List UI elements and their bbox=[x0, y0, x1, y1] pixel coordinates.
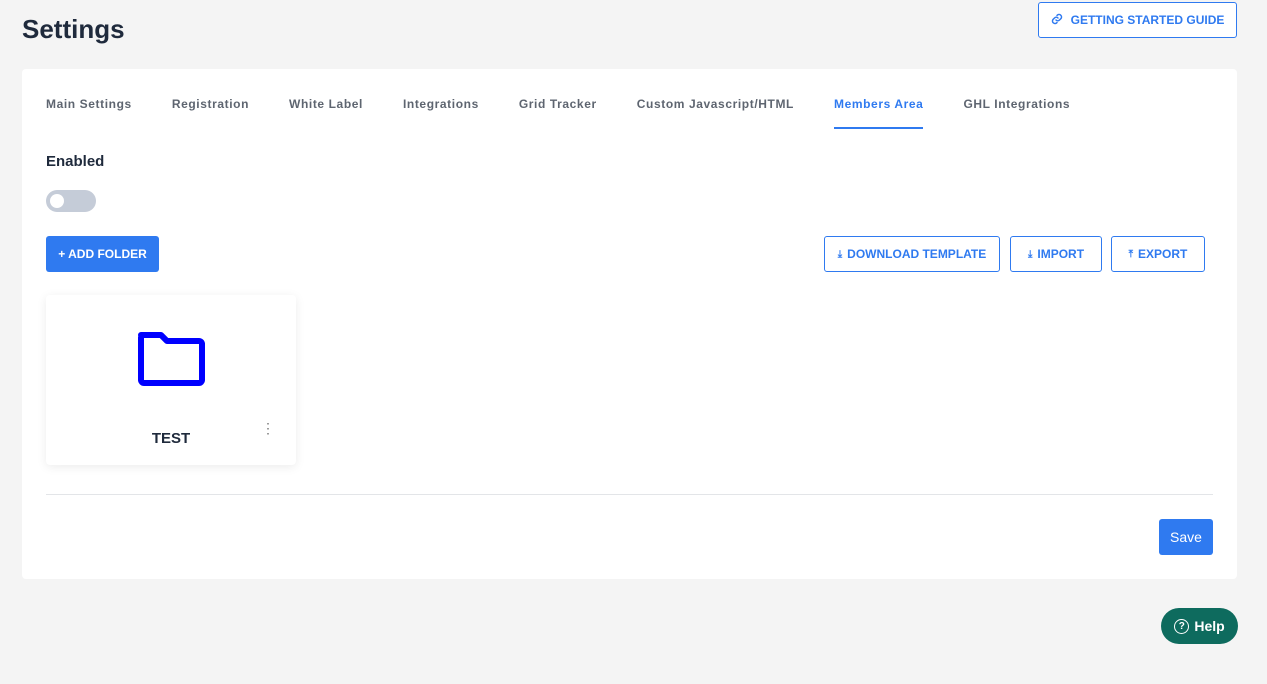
help-button[interactable]: ? Help bbox=[1161, 608, 1238, 644]
settings-tabs: Main Settings Registration White Label I… bbox=[46, 97, 1110, 129]
settings-card: Main Settings Registration White Label I… bbox=[22, 69, 1237, 579]
tab-grid-tracker[interactable]: Grid Tracker bbox=[519, 97, 597, 129]
save-button[interactable]: Save bbox=[1159, 519, 1213, 555]
folder-name: TEST bbox=[151, 430, 191, 447]
enabled-toggle[interactable] bbox=[46, 190, 96, 212]
folder-card[interactable]: TEST ⋮ bbox=[46, 295, 296, 465]
tab-white-label[interactable]: White Label bbox=[289, 97, 363, 129]
download-icon: ⤓ bbox=[837, 248, 843, 260]
export-label: EXPORT bbox=[1138, 247, 1188, 261]
import-button[interactable]: ⤓ IMPORT bbox=[1010, 236, 1102, 272]
divider bbox=[46, 494, 1213, 495]
import-icon: ⤓ bbox=[1027, 248, 1033, 260]
export-button[interactable]: ⤒ EXPORT bbox=[1111, 236, 1205, 272]
import-label: IMPORT bbox=[1037, 247, 1085, 261]
link-icon bbox=[1051, 13, 1063, 28]
enabled-label: Enabled bbox=[46, 153, 105, 170]
tab-members-area[interactable]: Members Area bbox=[833, 97, 924, 129]
folder-icon bbox=[137, 329, 205, 392]
getting-started-guide-label: GETTING STARTED GUIDE bbox=[1070, 13, 1225, 27]
help-label: Help bbox=[1194, 618, 1225, 634]
add-folder-button[interactable]: + ADD FOLDER bbox=[46, 236, 159, 272]
question-icon: ? bbox=[1174, 618, 1190, 634]
tab-custom-javascript-html[interactable]: Custom Javascript/HTML bbox=[637, 97, 794, 129]
download-template-label: DOWNLOAD TEMPLATE bbox=[847, 247, 987, 261]
page-title: Settings bbox=[22, 14, 125, 44]
tab-ghl-integrations[interactable]: GHL Integrations bbox=[963, 97, 1070, 129]
more-vertical-icon[interactable]: ⋮ bbox=[261, 421, 275, 437]
tab-registration[interactable]: Registration bbox=[172, 97, 249, 129]
export-icon: ⤒ bbox=[1128, 248, 1134, 260]
toggle-knob bbox=[50, 194, 64, 208]
getting-started-guide-button[interactable]: GETTING STARTED GUIDE bbox=[1038, 2, 1237, 38]
tab-main-settings[interactable]: Main Settings bbox=[46, 97, 132, 129]
download-template-button[interactable]: ⤓ DOWNLOAD TEMPLATE bbox=[824, 236, 1000, 272]
tab-integrations[interactable]: Integrations bbox=[403, 97, 479, 129]
